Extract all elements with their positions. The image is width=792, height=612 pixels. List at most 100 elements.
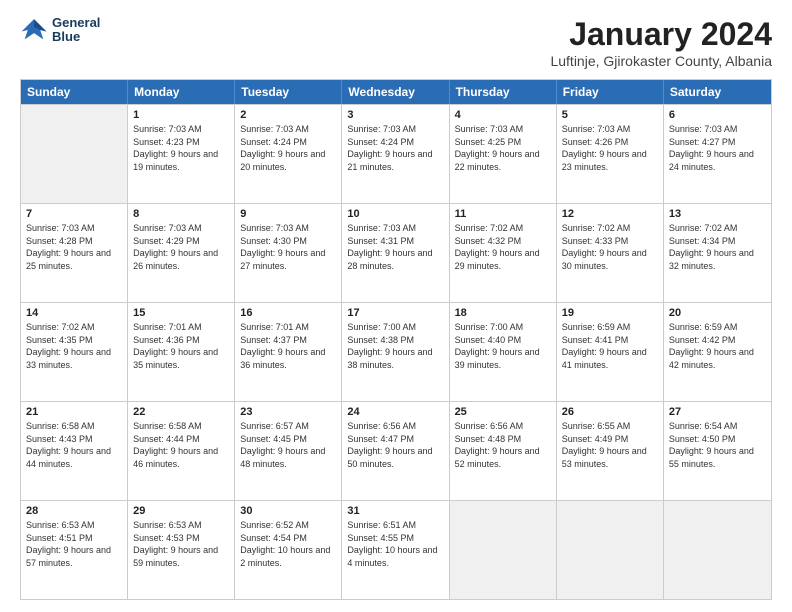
day-number: 12: [562, 208, 658, 220]
header: General Blue January 2024 Luftinje, Gjir…: [20, 16, 772, 69]
calendar-day-header: Sunday: [21, 80, 128, 104]
day-number: 5: [562, 109, 658, 121]
day-number: 29: [133, 505, 229, 517]
cell-info: Sunrise: 7:02 AMSunset: 4:34 PMDaylight:…: [669, 222, 766, 272]
calendar-cell: 22 Sunrise: 6:58 AMSunset: 4:44 PMDaylig…: [128, 402, 235, 500]
cell-info: Sunrise: 6:58 AMSunset: 4:44 PMDaylight:…: [133, 420, 229, 470]
page: General Blue January 2024 Luftinje, Gjir…: [0, 0, 792, 612]
calendar-cell: 4 Sunrise: 7:03 AMSunset: 4:25 PMDayligh…: [450, 105, 557, 203]
day-number: 24: [347, 406, 443, 418]
day-number: 27: [669, 406, 766, 418]
cell-info: Sunrise: 6:58 AMSunset: 4:43 PMDaylight:…: [26, 420, 122, 470]
day-number: 4: [455, 109, 551, 121]
logo-line1: General: [52, 16, 100, 30]
calendar-cell: 13 Sunrise: 7:02 AMSunset: 4:34 PMDaylig…: [664, 204, 771, 302]
calendar-row: 1 Sunrise: 7:03 AMSunset: 4:23 PMDayligh…: [21, 104, 771, 203]
cell-info: Sunrise: 6:59 AMSunset: 4:42 PMDaylight:…: [669, 321, 766, 371]
calendar-cell: 10 Sunrise: 7:03 AMSunset: 4:31 PMDaylig…: [342, 204, 449, 302]
calendar-cell: 11 Sunrise: 7:02 AMSunset: 4:32 PMDaylig…: [450, 204, 557, 302]
calendar-row: 14 Sunrise: 7:02 AMSunset: 4:35 PMDaylig…: [21, 302, 771, 401]
calendar-row: 7 Sunrise: 7:03 AMSunset: 4:28 PMDayligh…: [21, 203, 771, 302]
cell-info: Sunrise: 6:56 AMSunset: 4:48 PMDaylight:…: [455, 420, 551, 470]
cell-info: Sunrise: 6:54 AMSunset: 4:50 PMDaylight:…: [669, 420, 766, 470]
cell-info: Sunrise: 7:02 AMSunset: 4:35 PMDaylight:…: [26, 321, 122, 371]
cell-info: Sunrise: 7:03 AMSunset: 4:28 PMDaylight:…: [26, 222, 122, 272]
day-number: 17: [347, 307, 443, 319]
calendar-day-header: Wednesday: [342, 80, 449, 104]
day-number: 21: [26, 406, 122, 418]
day-number: 13: [669, 208, 766, 220]
day-number: 28: [26, 505, 122, 517]
day-number: 8: [133, 208, 229, 220]
cell-info: Sunrise: 7:03 AMSunset: 4:29 PMDaylight:…: [133, 222, 229, 272]
calendar: SundayMondayTuesdayWednesdayThursdayFrid…: [20, 79, 772, 600]
day-number: 15: [133, 307, 229, 319]
day-number: 3: [347, 109, 443, 121]
calendar-cell: 2 Sunrise: 7:03 AMSunset: 4:24 PMDayligh…: [235, 105, 342, 203]
calendar-day-header: Saturday: [664, 80, 771, 104]
calendar-row: 28 Sunrise: 6:53 AMSunset: 4:51 PMDaylig…: [21, 500, 771, 599]
cell-info: Sunrise: 7:03 AMSunset: 4:27 PMDaylight:…: [669, 123, 766, 173]
day-number: 31: [347, 505, 443, 517]
cell-info: Sunrise: 7:03 AMSunset: 4:24 PMDaylight:…: [240, 123, 336, 173]
logo-line2: Blue: [52, 30, 100, 44]
calendar-body: 1 Sunrise: 7:03 AMSunset: 4:23 PMDayligh…: [21, 104, 771, 599]
calendar-day-header: Thursday: [450, 80, 557, 104]
day-number: 7: [26, 208, 122, 220]
calendar-cell: [450, 501, 557, 599]
day-number: 26: [562, 406, 658, 418]
logo: General Blue: [20, 16, 100, 45]
calendar-cell: 18 Sunrise: 7:00 AMSunset: 4:40 PMDaylig…: [450, 303, 557, 401]
calendar-row: 21 Sunrise: 6:58 AMSunset: 4:43 PMDaylig…: [21, 401, 771, 500]
calendar-cell: 29 Sunrise: 6:53 AMSunset: 4:53 PMDaylig…: [128, 501, 235, 599]
cell-info: Sunrise: 7:01 AMSunset: 4:37 PMDaylight:…: [240, 321, 336, 371]
day-number: 25: [455, 406, 551, 418]
logo-icon: [20, 16, 48, 44]
calendar-cell: 5 Sunrise: 7:03 AMSunset: 4:26 PMDayligh…: [557, 105, 664, 203]
calendar-day-header: Friday: [557, 80, 664, 104]
day-number: 1: [133, 109, 229, 121]
day-number: 19: [562, 307, 658, 319]
calendar-cell: 24 Sunrise: 6:56 AMSunset: 4:47 PMDaylig…: [342, 402, 449, 500]
calendar-cell: 25 Sunrise: 6:56 AMSunset: 4:48 PMDaylig…: [450, 402, 557, 500]
cell-info: Sunrise: 6:51 AMSunset: 4:55 PMDaylight:…: [347, 519, 443, 569]
day-number: 20: [669, 307, 766, 319]
calendar-cell: 30 Sunrise: 6:52 AMSunset: 4:54 PMDaylig…: [235, 501, 342, 599]
day-number: 10: [347, 208, 443, 220]
calendar-day-header: Tuesday: [235, 80, 342, 104]
cell-info: Sunrise: 7:03 AMSunset: 4:24 PMDaylight:…: [347, 123, 443, 173]
cell-info: Sunrise: 6:56 AMSunset: 4:47 PMDaylight:…: [347, 420, 443, 470]
day-number: 30: [240, 505, 336, 517]
calendar-cell: 15 Sunrise: 7:01 AMSunset: 4:36 PMDaylig…: [128, 303, 235, 401]
calendar-cell: [557, 501, 664, 599]
day-number: 14: [26, 307, 122, 319]
cell-info: Sunrise: 6:53 AMSunset: 4:53 PMDaylight:…: [133, 519, 229, 569]
calendar-header: SundayMondayTuesdayWednesdayThursdayFrid…: [21, 80, 771, 104]
cell-info: Sunrise: 7:03 AMSunset: 4:23 PMDaylight:…: [133, 123, 229, 173]
calendar-cell: 28 Sunrise: 6:53 AMSunset: 4:51 PMDaylig…: [21, 501, 128, 599]
day-number: 9: [240, 208, 336, 220]
calendar-day-header: Monday: [128, 80, 235, 104]
calendar-cell: 8 Sunrise: 7:03 AMSunset: 4:29 PMDayligh…: [128, 204, 235, 302]
calendar-cell: 21 Sunrise: 6:58 AMSunset: 4:43 PMDaylig…: [21, 402, 128, 500]
calendar-cell: 20 Sunrise: 6:59 AMSunset: 4:42 PMDaylig…: [664, 303, 771, 401]
day-number: 22: [133, 406, 229, 418]
calendar-cell: [21, 105, 128, 203]
cell-info: Sunrise: 6:55 AMSunset: 4:49 PMDaylight:…: [562, 420, 658, 470]
cell-info: Sunrise: 7:00 AMSunset: 4:40 PMDaylight:…: [455, 321, 551, 371]
cell-info: Sunrise: 7:00 AMSunset: 4:38 PMDaylight:…: [347, 321, 443, 371]
calendar-cell: 14 Sunrise: 7:02 AMSunset: 4:35 PMDaylig…: [21, 303, 128, 401]
calendar-cell: 6 Sunrise: 7:03 AMSunset: 4:27 PMDayligh…: [664, 105, 771, 203]
cell-info: Sunrise: 7:03 AMSunset: 4:31 PMDaylight:…: [347, 222, 443, 272]
calendar-cell: 31 Sunrise: 6:51 AMSunset: 4:55 PMDaylig…: [342, 501, 449, 599]
calendar-cell: 17 Sunrise: 7:00 AMSunset: 4:38 PMDaylig…: [342, 303, 449, 401]
cell-info: Sunrise: 7:02 AMSunset: 4:32 PMDaylight:…: [455, 222, 551, 272]
day-number: 18: [455, 307, 551, 319]
logo-text: General Blue: [52, 16, 100, 45]
calendar-cell: 1 Sunrise: 7:03 AMSunset: 4:23 PMDayligh…: [128, 105, 235, 203]
calendar-cell: 23 Sunrise: 6:57 AMSunset: 4:45 PMDaylig…: [235, 402, 342, 500]
cell-info: Sunrise: 7:03 AMSunset: 4:30 PMDaylight:…: [240, 222, 336, 272]
calendar-cell: 26 Sunrise: 6:55 AMSunset: 4:49 PMDaylig…: [557, 402, 664, 500]
cell-info: Sunrise: 6:53 AMSunset: 4:51 PMDaylight:…: [26, 519, 122, 569]
calendar-cell: 12 Sunrise: 7:02 AMSunset: 4:33 PMDaylig…: [557, 204, 664, 302]
